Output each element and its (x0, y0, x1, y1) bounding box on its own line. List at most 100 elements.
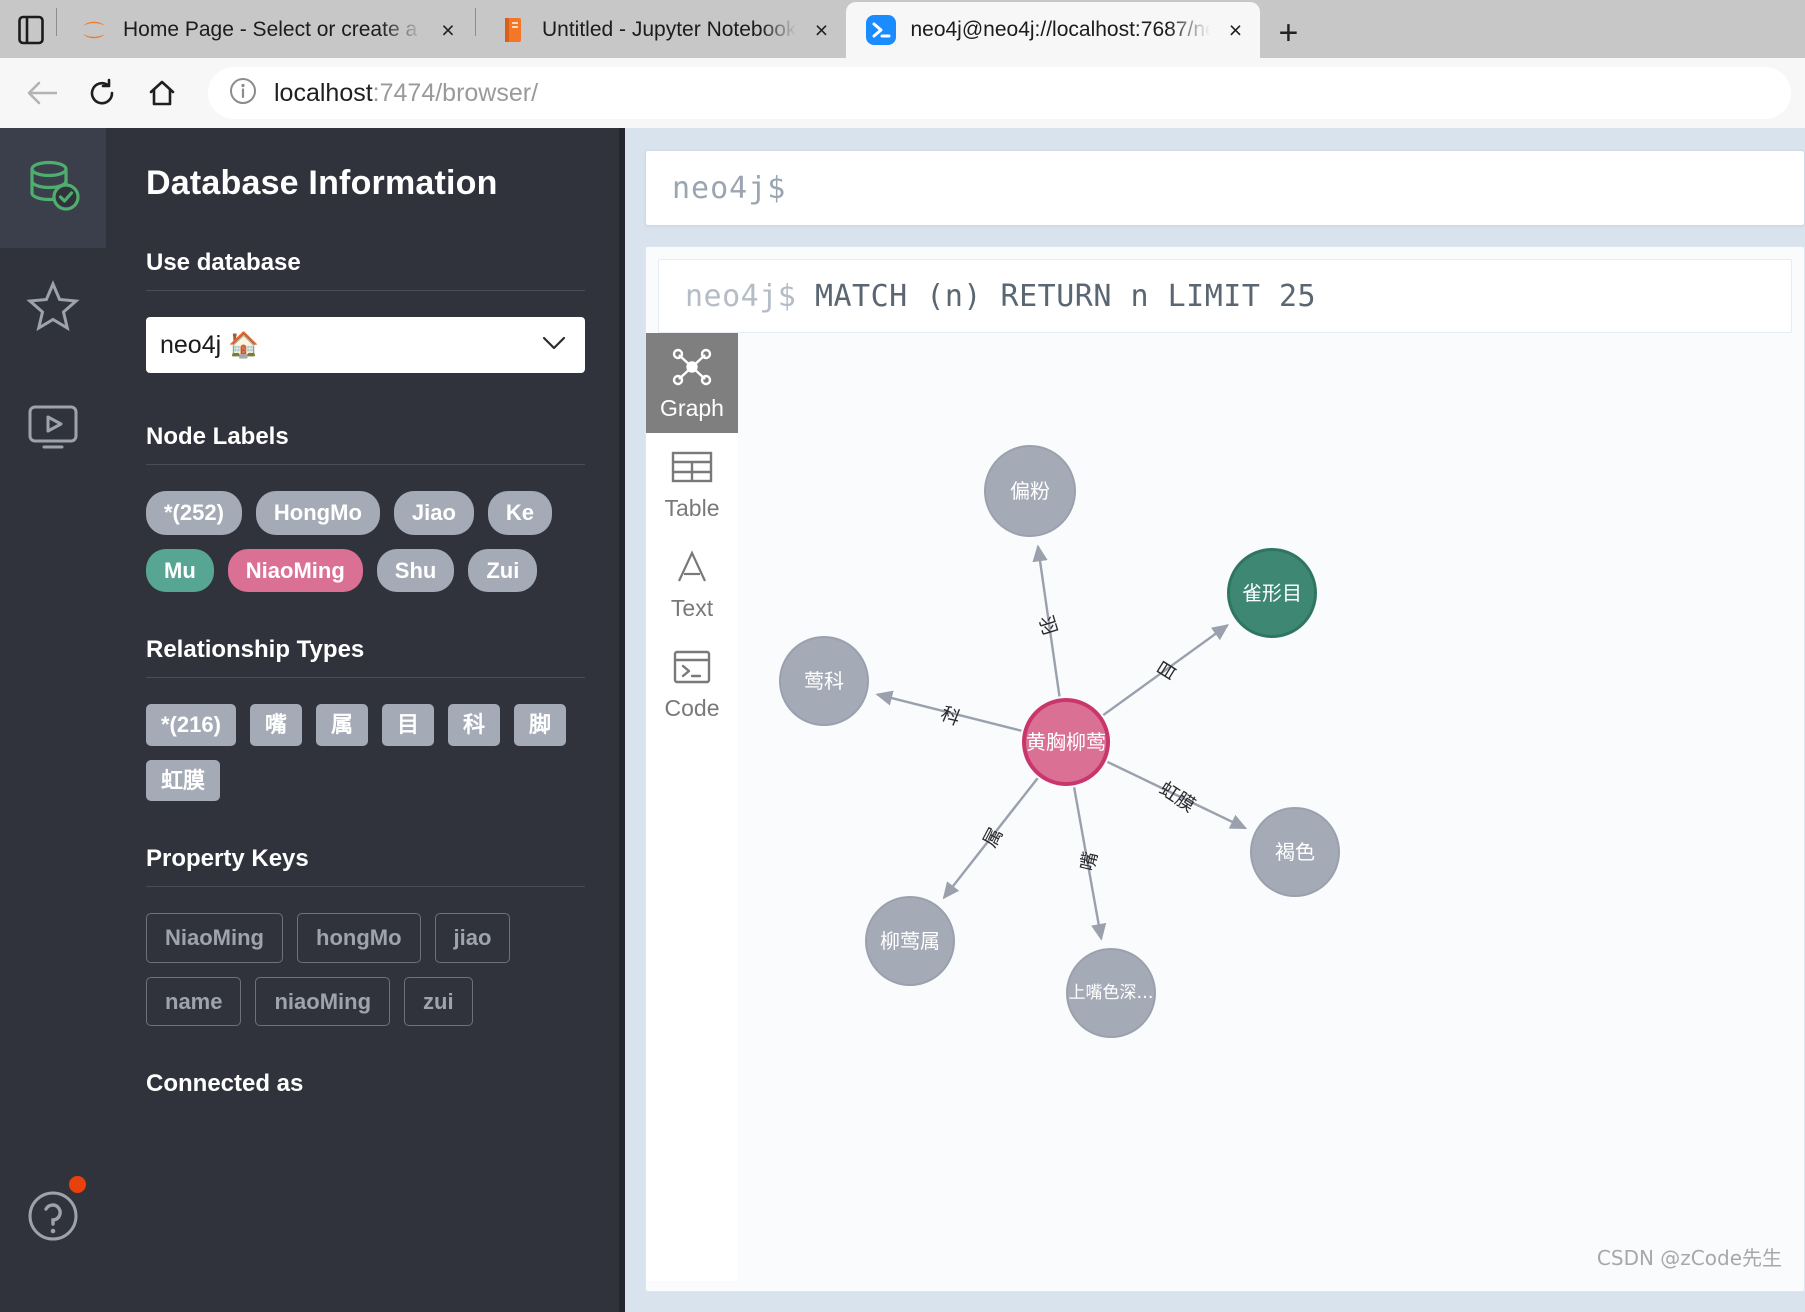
chevron-down-icon (541, 335, 567, 356)
relationship-type-chip[interactable]: 虹膜 (146, 759, 221, 801)
relationship-type-chip[interactable]: 脚 (513, 704, 566, 746)
url-text: localhost:7474/browser/ (274, 79, 538, 108)
browser-tab-title: Home Page - Select or create a n (123, 18, 423, 41)
table-icon (671, 445, 713, 489)
tab-list-icon[interactable] (8, 2, 54, 58)
node-label-chip[interactable]: Ke (487, 491, 553, 535)
relationship-type-chip[interactable]: 嘴 (249, 704, 302, 746)
view-tab-code[interactable]: Code (646, 633, 738, 733)
view-tab-table[interactable]: Table (646, 433, 738, 533)
sidebar-icon-rail (0, 128, 106, 1312)
sidebar-item-project-files[interactable] (0, 368, 106, 488)
close-icon[interactable]: × (808, 17, 834, 43)
cypher-editor[interactable]: neo4j$ (645, 150, 1805, 226)
database-information-drawer: Database Information Use database neo4j … (106, 128, 625, 1312)
relationship-types-heading: Relationship Types (146, 636, 365, 663)
result-frame: neo4j$ MATCH (n) RETURN n LIMIT 25 Graph… (645, 246, 1805, 1292)
url-path: :7474/browser/ (372, 78, 539, 107)
tab-divider (475, 8, 476, 36)
tab-bar-empty-space (1316, 2, 1805, 58)
editor-prompt: neo4j$ (672, 170, 787, 206)
property-key-chip[interactable]: hongMo (297, 913, 421, 963)
play-monitor-icon (26, 399, 80, 458)
browser-nav-bar: localhost:7474/browser/ (0, 58, 1805, 128)
property-key-chip[interactable]: NiaoMing (146, 913, 283, 963)
node-label-chip[interactable]: Mu (146, 548, 214, 592)
view-tab-label: Text (670, 594, 714, 621)
property-key-chip[interactable]: niaoMing (255, 976, 391, 1026)
sidebar-item-favorites[interactable] (0, 248, 106, 368)
graph-node[interactable]: 褐色 (1250, 807, 1340, 897)
jupyter-orange-icon (77, 13, 111, 47)
close-icon[interactable]: × (1222, 17, 1248, 43)
view-tab-text[interactable]: Text (646, 533, 738, 633)
address-bar[interactable]: localhost:7474/browser/ (208, 67, 1791, 119)
back-button[interactable] (14, 65, 70, 121)
view-tab-label: Table (664, 494, 720, 521)
home-button[interactable] (134, 65, 190, 121)
relationship-type-chip[interactable]: *(216) (146, 704, 236, 746)
help-notification-badge (69, 1176, 86, 1193)
node-label-chip[interactable]: NiaoMing (227, 548, 363, 592)
graph-node[interactable]: 偏粉 (984, 445, 1076, 537)
property-keys-chip-list: NiaoMing hongMo jiao name niaoMing zui (146, 913, 585, 1026)
help-icon (25, 1188, 81, 1249)
graph-nodes-icon (670, 345, 714, 389)
neo4j-terminal-icon (864, 13, 898, 47)
stream-area: neo4j$ neo4j$ MATCH (n) RETURN n LIMIT 2… (625, 128, 1805, 1312)
relationship-type-chip[interactable]: 目 (381, 704, 434, 746)
graph-visualization[interactable]: CSDN @zCode先生 羽目科虹膜属嘴偏粉 雀形目 莺科 黄胸柳莺 褐色 柳莺属 上嘴色… (738, 333, 1804, 1281)
star-icon (26, 279, 80, 338)
database-icon (24, 157, 82, 220)
frame-query-bar[interactable]: neo4j$ MATCH (n) RETURN n LIMIT 25 (658, 259, 1792, 333)
graph-node[interactable]: 雀形目 (1227, 548, 1317, 638)
node-label-chip[interactable]: *(252) (146, 491, 242, 535)
graph-node[interactable]: 柳莺属 (865, 896, 955, 986)
browser-tab-0[interactable]: Home Page - Select or create a n × (59, 2, 473, 58)
node-labels-chip-list: *(252) HongMo Jiao Ke Mu NiaoMing Shu Zui (146, 491, 585, 592)
view-tab-graph[interactable]: Graph (646, 333, 738, 433)
code-terminal-icon (672, 645, 712, 689)
node-label-chip[interactable]: HongMo (255, 491, 380, 535)
close-icon[interactable]: × (435, 17, 461, 43)
property-key-chip[interactable]: jiao (434, 913, 511, 963)
property-keys-heading: Property Keys (146, 845, 309, 872)
node-label-chip[interactable]: Jiao (393, 491, 474, 535)
database-select[interactable]: neo4j 🏠 (146, 317, 585, 373)
sidebar-item-database-information[interactable] (0, 128, 106, 248)
new-tab-button[interactable]: + (1260, 8, 1316, 58)
browser-tab-1[interactable]: Untitled - Jupyter Notebook × (478, 2, 846, 58)
browser-tab-2[interactable]: neo4j@neo4j://localhost:7687/ne × (846, 2, 1261, 58)
graph-node[interactable]: 黄胸柳莺 (1022, 698, 1110, 786)
graph-node[interactable]: 莺科 (779, 636, 869, 726)
database-select-value: neo4j 🏠 (160, 330, 260, 359)
text-a-icon (672, 545, 712, 589)
section-divider (146, 886, 585, 887)
frame-query-prefix: neo4j$ (685, 278, 797, 314)
info-circle-icon[interactable] (228, 76, 258, 111)
relationship-types-chip-list: *(216) 嘴属目科脚虹膜 (146, 704, 585, 801)
node-label-chip[interactable]: Zui (468, 548, 538, 592)
watermark: CSDN @zCode先生 (1596, 1246, 1782, 1270)
graph-node[interactable]: 上嘴色深… (1066, 948, 1156, 1038)
page-title: Database Information (146, 164, 498, 202)
reload-button[interactable] (74, 65, 130, 121)
property-key-chip[interactable]: zui (404, 976, 473, 1026)
relationship-type-chip[interactable]: 属 (315, 704, 368, 746)
browser-tab-title: neo4j@neo4j://localhost:7687/ne (910, 18, 1211, 41)
property-key-chip[interactable]: name (146, 976, 242, 1026)
sidebar-item-help[interactable] (0, 1158, 106, 1278)
browser-tab-bar: Home Page - Select or create a n × Untit… (0, 0, 1805, 58)
section-divider (146, 677, 585, 678)
frame-query-text: neo4j$ MATCH (n) RETURN n LIMIT 25 (685, 279, 1316, 314)
section-divider (146, 290, 585, 291)
frame-body: Graph Table Text Code CSDN @zCode先生 羽 目 … (646, 333, 1804, 1281)
section-divider (146, 464, 585, 465)
relationship-type-chip[interactable]: 科 (447, 704, 500, 746)
node-labels-heading: Node Labels (146, 423, 289, 450)
tab-divider (56, 8, 57, 36)
url-host: localhost (274, 78, 373, 107)
connected-as-heading: Connected as (146, 1070, 304, 1097)
view-tab-label: Graph (660, 394, 724, 421)
node-label-chip[interactable]: Shu (376, 548, 455, 592)
